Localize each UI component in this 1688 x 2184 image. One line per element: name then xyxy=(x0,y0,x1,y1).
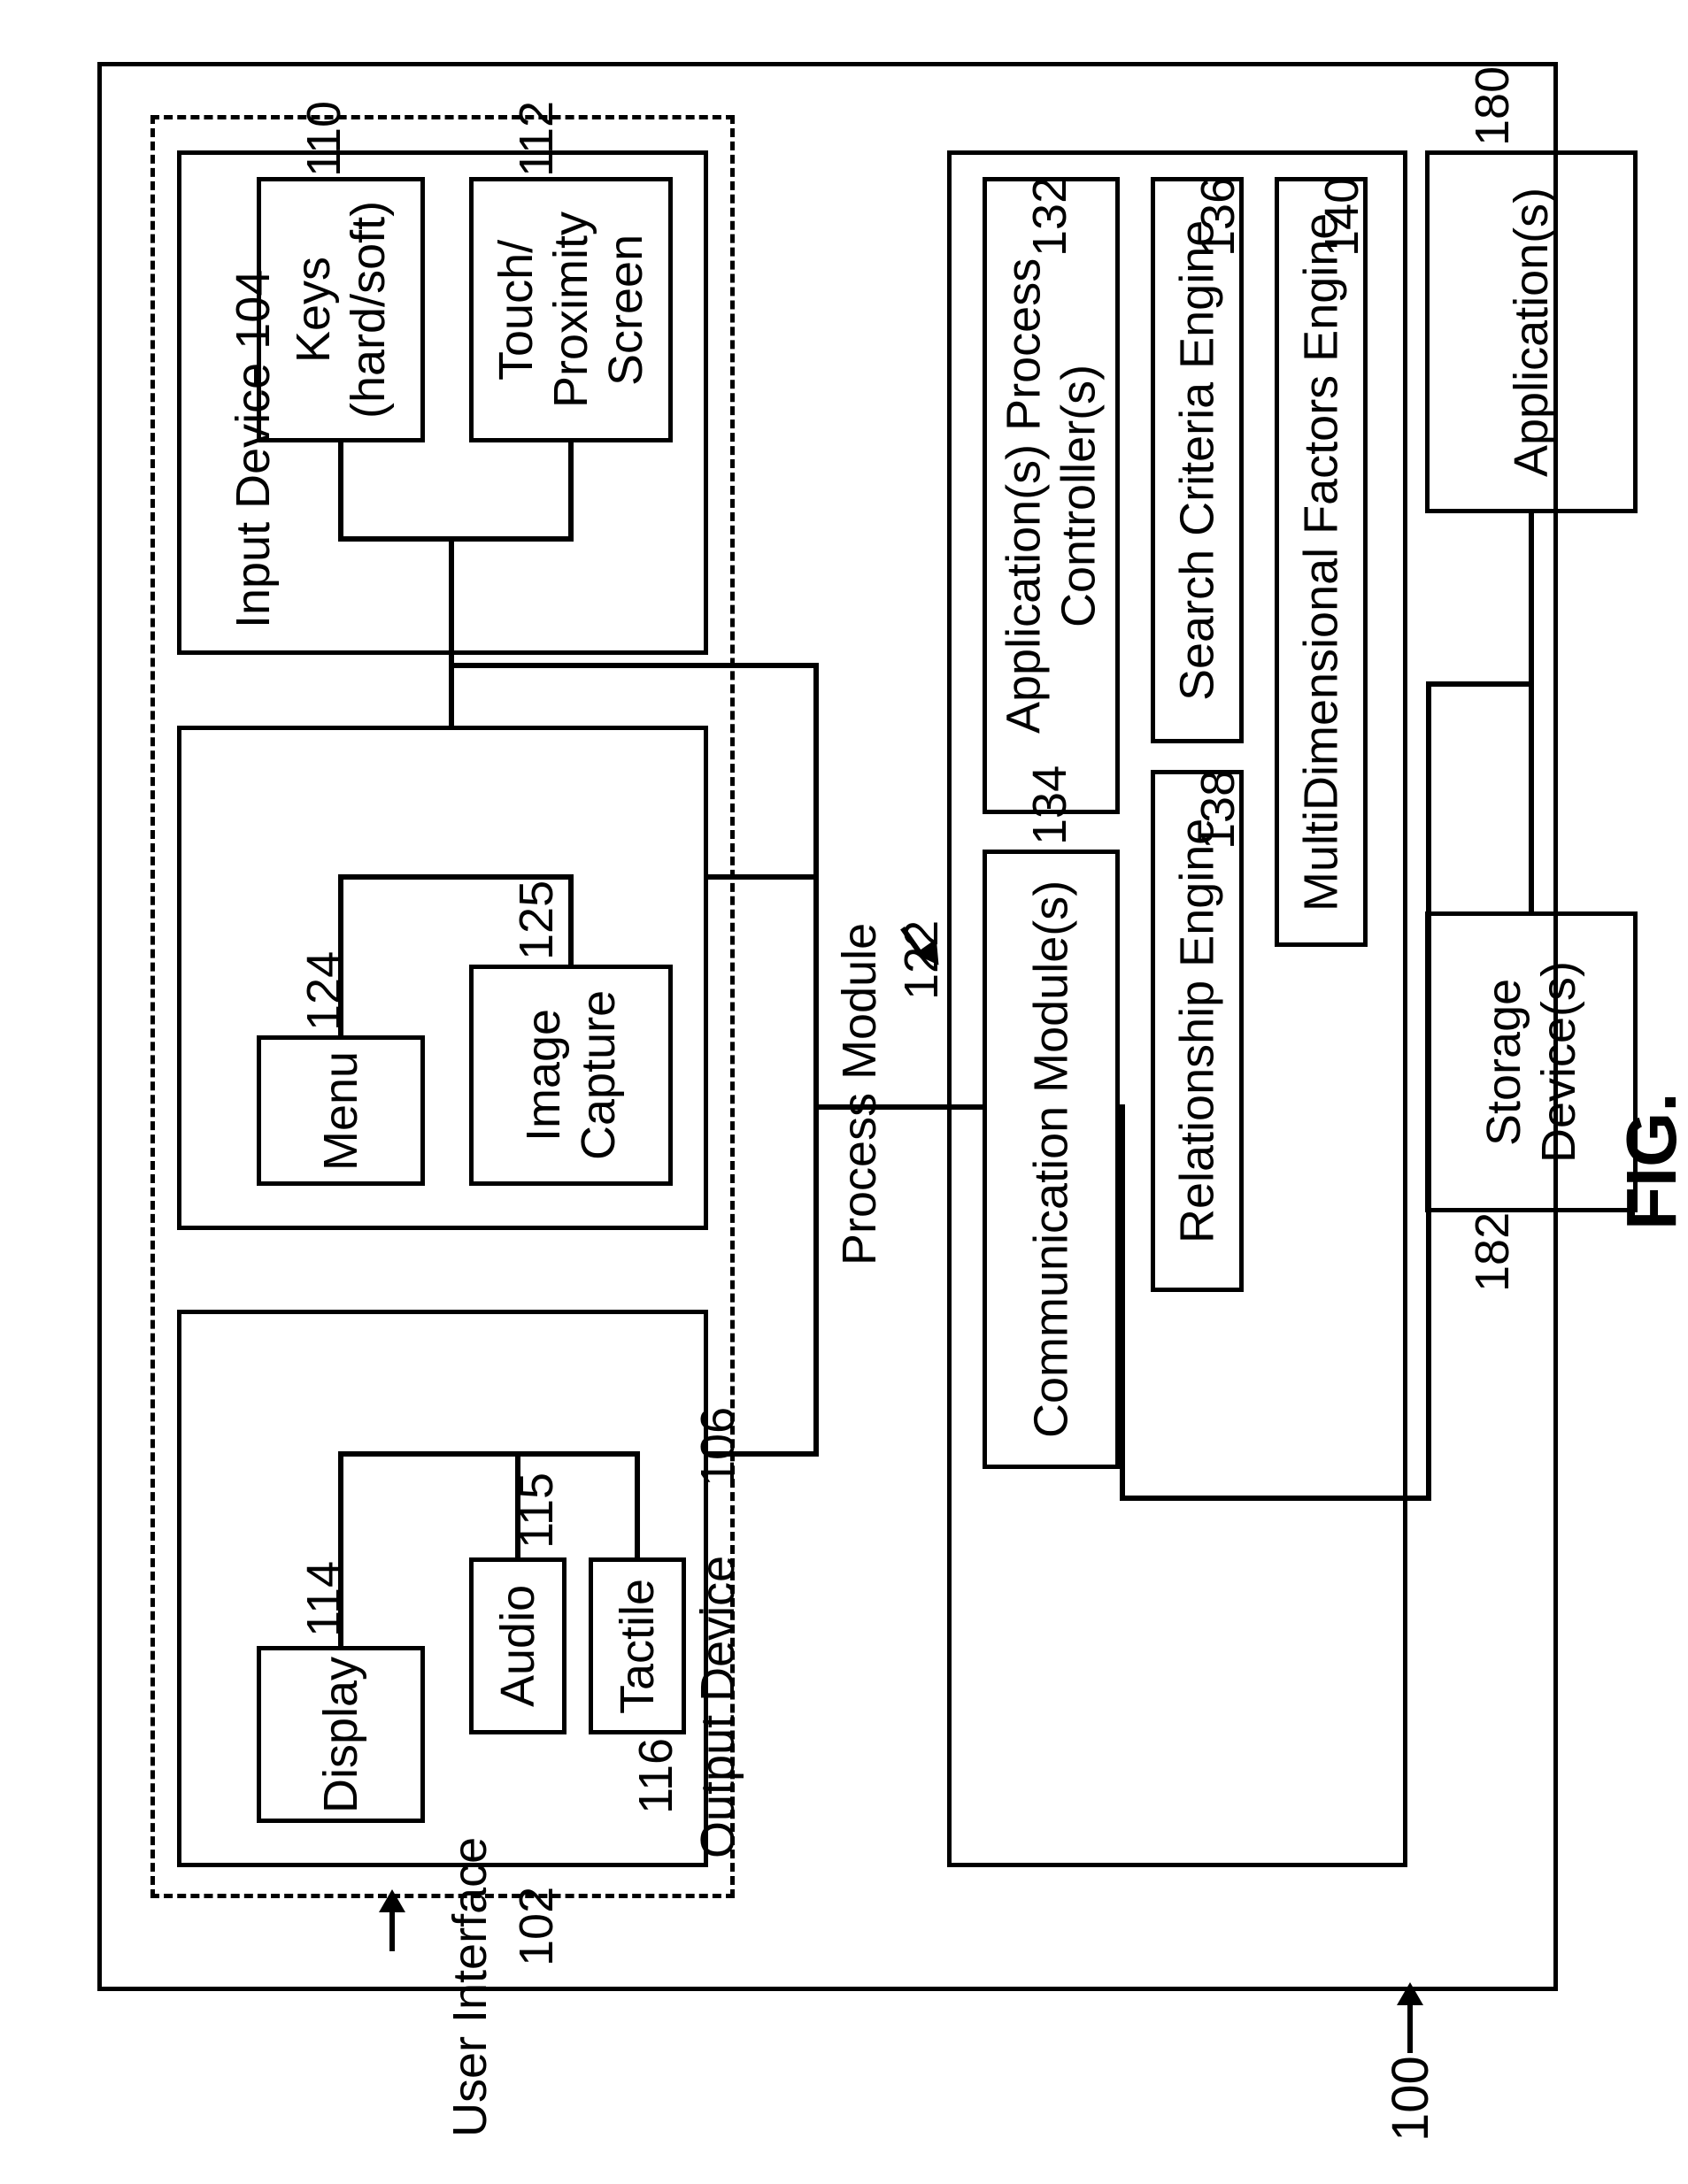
output-device-label: Output Device xyxy=(690,1556,745,1858)
search-engine-box: Search Criteria Engine xyxy=(1151,177,1244,743)
multi-engine-text: MultiDimensional Factors Engine xyxy=(1294,212,1349,911)
storage-ref: 182 xyxy=(1465,1212,1520,1292)
user-interface-ref: 102 xyxy=(509,1887,564,1966)
bus-to-pm-h xyxy=(819,1104,983,1110)
bus-ui-mid-h xyxy=(449,663,819,668)
menu-box: Menu xyxy=(257,1035,425,1186)
multi-engine-box: MultiDimensional Factors Engine xyxy=(1275,177,1368,947)
comm-module-box: Communication Module(s) xyxy=(983,850,1120,1469)
arrow-ui-head xyxy=(379,1889,405,1912)
conn-out-h xyxy=(338,1451,640,1457)
search-engine-text: Search Criteria Engine xyxy=(1170,219,1225,700)
conn-apps-bus-v xyxy=(1426,681,1431,1501)
app-controller-box: Application(s) Process Controller(s) xyxy=(983,177,1120,814)
storage-box: Storage Device(s) xyxy=(1425,911,1638,1212)
conn-tact-v xyxy=(635,1451,640,1561)
conn-apps-bus-h xyxy=(1426,681,1534,687)
ref-100: 100 xyxy=(1381,2056,1440,2142)
applications-box: Application(s) xyxy=(1425,150,1638,513)
conn-ic-v xyxy=(568,874,574,968)
bus-pm-apps-v xyxy=(1120,1104,1125,1501)
menu-text: Menu xyxy=(313,1050,368,1170)
comm-module-text: Communication Module(s) xyxy=(1024,881,1079,1438)
display-text: Display xyxy=(313,1656,368,1812)
conn-keys-v xyxy=(338,442,343,540)
multi-engine-ref: 140 xyxy=(1314,177,1369,257)
conn-input-h xyxy=(338,536,574,542)
conn-mid-up xyxy=(449,663,454,729)
conn-touch-v xyxy=(568,442,574,542)
applications-text: Application(s) xyxy=(1504,187,1559,476)
bus-mid-entry2-h xyxy=(708,1451,819,1457)
conn-disp-v xyxy=(338,1451,343,1650)
comm-module-ref: 134 xyxy=(1022,765,1077,845)
bus-pm-apps-h xyxy=(1125,1496,1426,1501)
relation-engine-ref: 138 xyxy=(1191,770,1245,850)
conn-menu-v xyxy=(338,874,343,1038)
keys-box: Keys (hard/soft) xyxy=(257,177,425,442)
touch-text: Touch/ Proximity Screen xyxy=(489,181,653,438)
tactile-text: Tactile xyxy=(610,1578,665,1713)
touch-box: Touch/ Proximity Screen xyxy=(469,177,673,442)
audio-text: Audio xyxy=(490,1585,545,1707)
process-module-label: Process Module xyxy=(832,923,887,1265)
display-box: Display xyxy=(257,1646,425,1823)
output-device-ref: 106 xyxy=(690,1407,745,1487)
storage-text: Storage Device(s) xyxy=(1476,916,1586,1208)
conn-input-main xyxy=(449,536,454,663)
image-capture-ref: 125 xyxy=(509,881,564,960)
bus-mid-link-v xyxy=(813,663,819,1110)
applications-ref: 180 xyxy=(1465,66,1520,146)
conn-apps-v xyxy=(1529,513,1534,916)
diagram-page: 100 FIG. 1 User Interface 102 Input Devi… xyxy=(0,0,1688,2184)
bus-mid-entry-h xyxy=(708,874,819,880)
touch-ref: 112 xyxy=(509,101,564,177)
relation-engine-text: Relationship Engine xyxy=(1170,819,1225,1243)
bus-mid-link2-v xyxy=(813,1104,819,1457)
tactile-ref: 116 xyxy=(628,1738,683,1814)
keys-text: Keys (hard/soft) xyxy=(286,181,396,438)
audio-box: Audio xyxy=(469,1557,567,1734)
user-interface-label: User Interface xyxy=(443,1837,497,2137)
keys-ref: 110 xyxy=(297,101,351,177)
app-controller-ref: 132 xyxy=(1022,177,1077,257)
image-capture-text: Image Capture xyxy=(516,969,626,1181)
conn-mid-h xyxy=(338,874,574,880)
search-engine-ref: 136 xyxy=(1191,177,1245,257)
arrow-100-head xyxy=(1397,1982,1423,2005)
app-controller-text: Application(s) Process Controller(s) xyxy=(997,181,1106,810)
tactile-box: Tactile xyxy=(589,1557,686,1734)
conn-audio-v xyxy=(515,1451,520,1561)
image-capture-box: Image Capture xyxy=(469,965,673,1186)
